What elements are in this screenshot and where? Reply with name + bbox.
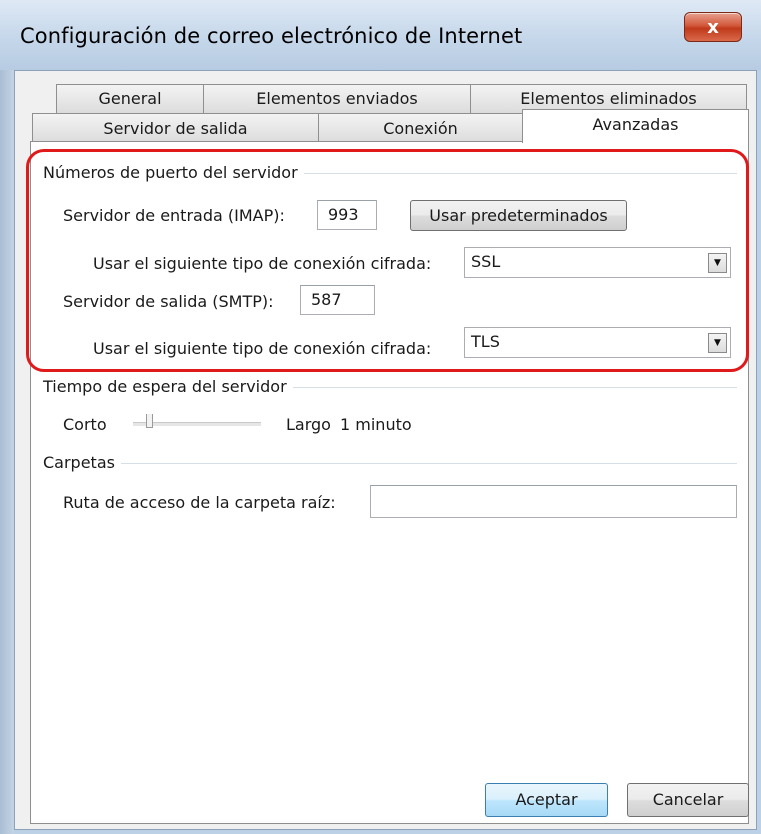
- slider-thumb[interactable]: [145, 414, 153, 428]
- folders-group-title: Carpetas: [43, 453, 121, 472]
- root-folder-input[interactable]: [370, 485, 737, 518]
- outgoing-server-label: Servidor de salida (SMTP):: [63, 292, 274, 311]
- outgoing-port-input[interactable]: 587: [300, 285, 375, 315]
- tab-avanzadas[interactable]: Avanzadas: [522, 109, 749, 143]
- tab-servidor-de-salida[interactable]: Servidor de salida: [32, 113, 319, 142]
- window-frame-edge: [0, 70, 14, 834]
- timeout-short-label: Corto: [63, 415, 107, 434]
- root-folder-label: Ruta de acceso de la carpeta raíz:: [63, 493, 336, 512]
- incoming-server-label: Servidor de entrada (IMAP):: [63, 206, 285, 225]
- timeout-value-label: 1 minuto: [340, 415, 412, 434]
- tab-panel-avanzadas: Números de puerto del servidor Servidor …: [30, 141, 749, 824]
- close-icon: x: [707, 16, 719, 38]
- outgoing-encryption-label: Usar el siguiente tipo de conexión cifra…: [93, 339, 432, 358]
- ports-group-title: Números de puerto del servidor: [43, 163, 304, 182]
- chevron-down-icon[interactable]: ▼: [708, 333, 727, 353]
- group-divider: [43, 463, 737, 464]
- close-button[interactable]: x: [684, 12, 742, 42]
- outgoing-encryption-select[interactable]: TLS ▼: [464, 327, 731, 358]
- incoming-encryption-label: Usar el siguiente tipo de conexión cifra…: [93, 254, 432, 273]
- timeout-group-title: Tiempo de espera del servidor: [43, 377, 293, 396]
- cancel-button[interactable]: Cancelar: [627, 783, 749, 817]
- chevron-down-icon[interactable]: ▼: [708, 253, 727, 273]
- timeout-long-label: Largo: [286, 415, 331, 434]
- incoming-port-input[interactable]: 993: [317, 200, 377, 230]
- window-title: Configuración de correo electrónico de I…: [20, 24, 523, 48]
- selected-value: SSL: [471, 252, 501, 271]
- tab-elementos-enviados[interactable]: Elementos enviados: [203, 84, 471, 113]
- title-bar: Configuración de correo electrónico de I…: [0, 0, 761, 70]
- tab-label: Conexión: [383, 119, 458, 138]
- dialog-window: Configuración de correo electrónico de I…: [0, 0, 761, 834]
- incoming-encryption-select[interactable]: SSL ▼: [464, 247, 731, 278]
- selected-value: TLS: [471, 332, 500, 351]
- tab-label: Avanzadas: [592, 115, 679, 134]
- tab-general[interactable]: General: [56, 84, 204, 113]
- tab-label: General: [98, 89, 162, 108]
- tab-label: Servidor de salida: [103, 119, 248, 138]
- tab-conexion[interactable]: Conexión: [318, 113, 523, 142]
- use-defaults-button[interactable]: Usar predeterminados: [410, 200, 627, 231]
- tab-label: Elementos enviados: [256, 89, 418, 108]
- tab-label: Elementos eliminados: [520, 89, 697, 108]
- accept-button[interactable]: Aceptar: [485, 783, 608, 817]
